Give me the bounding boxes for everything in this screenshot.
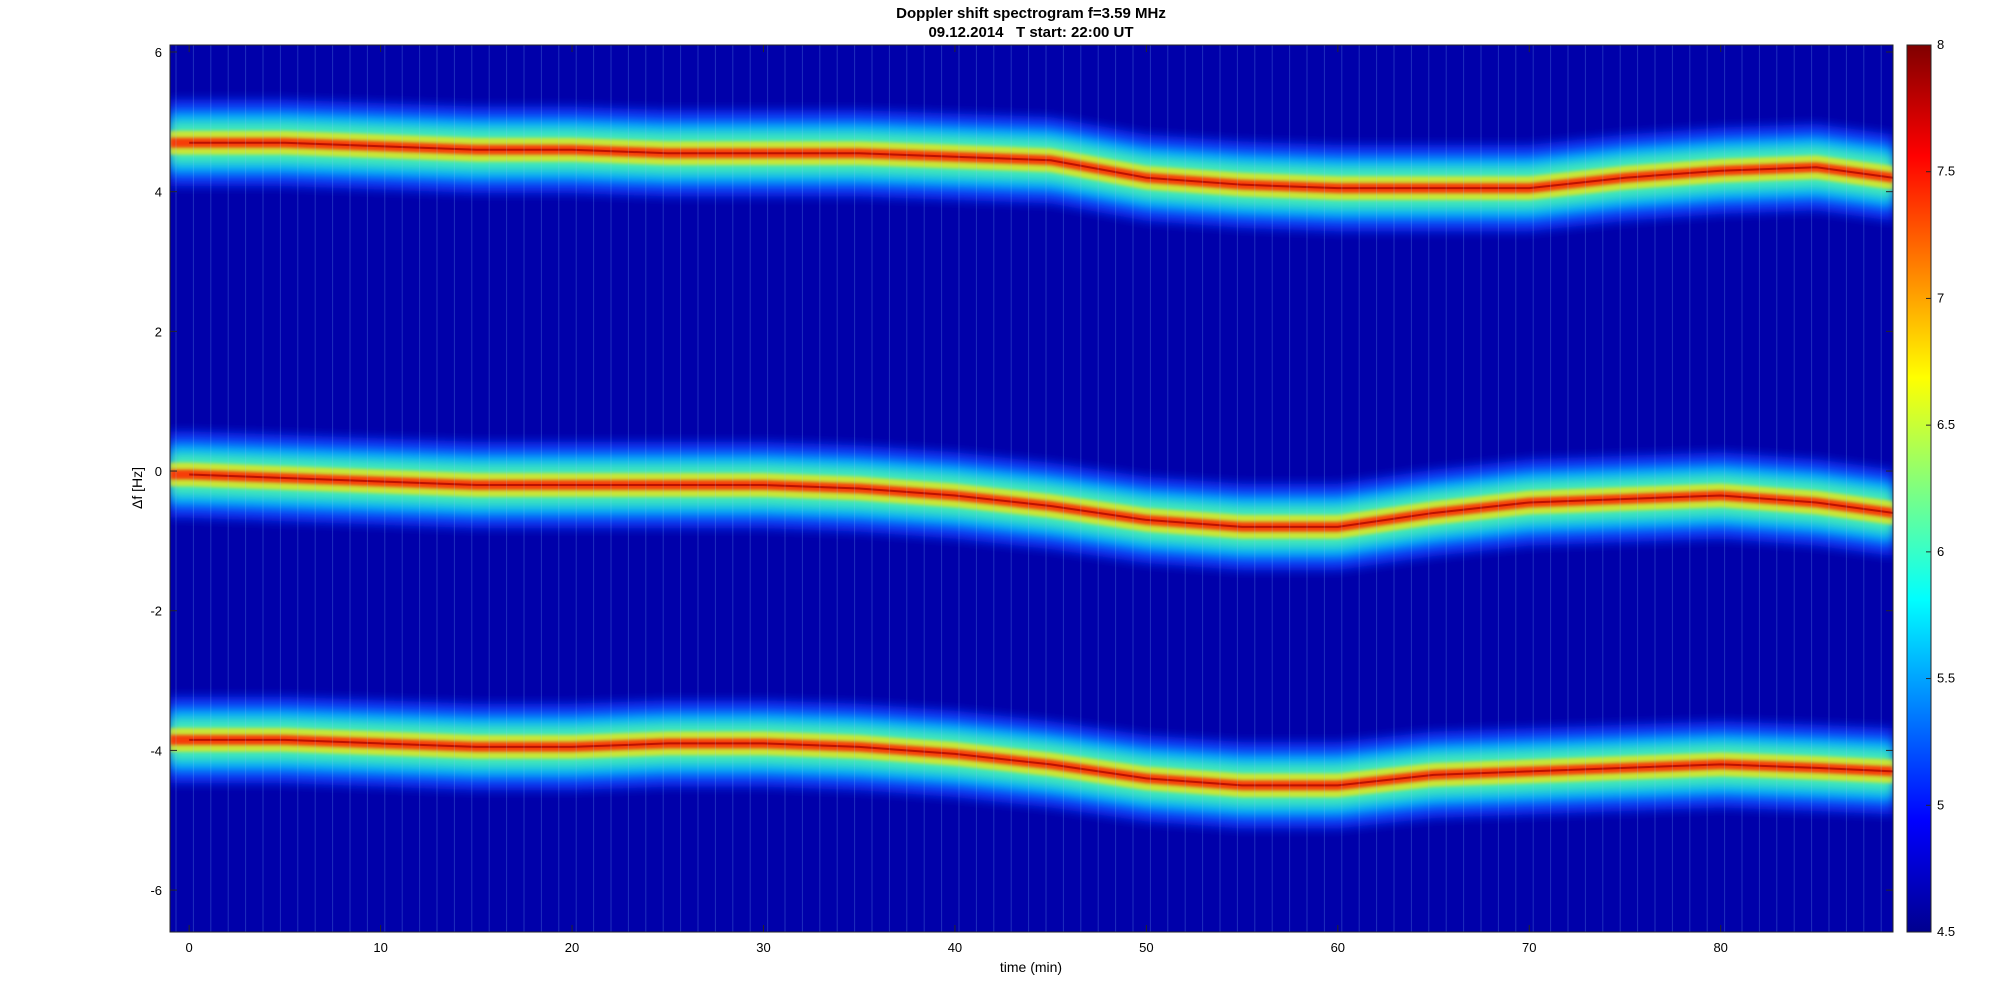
x-axis-label: time (min) [1000, 959, 1062, 975]
x-tick-label: 80 [1713, 940, 1727, 955]
y-tick-label: -4 [150, 743, 162, 758]
x-tick-label: 70 [1522, 940, 1536, 955]
x-tick-label: 50 [1139, 940, 1153, 955]
spectrogram-figure: Doppler shift spectrogram f=3.59 MHz 09.… [129, 5, 1955, 975]
x-tick-label: 20 [565, 940, 579, 955]
colorbar-tick-label: 7.5 [1937, 164, 1955, 179]
x-tick-label: 30 [756, 940, 770, 955]
y-tick-label: 4 [155, 185, 162, 200]
y-tick-label: 2 [155, 324, 162, 339]
x-tick-label: 10 [373, 940, 387, 955]
chart-title: Doppler shift spectrogram f=3.59 MHz [896, 5, 1166, 22]
y-axis-label: Δf [Hz] [129, 467, 145, 509]
colorbar-tick-label: 6.5 [1937, 417, 1955, 432]
y-tick-label: -6 [150, 883, 162, 898]
colorbar-tick-label: 7 [1937, 290, 1944, 305]
colorbar-tick-label: 4.5 [1937, 924, 1955, 939]
colorbar-tick-label: 5 [1937, 797, 1944, 812]
y-tick-label: 0 [155, 464, 162, 479]
y-tick-label: 6 [155, 45, 162, 60]
colorbar [1906, 44, 1932, 933]
y-tick-label: -2 [150, 604, 162, 619]
colorbar-tick-label: 8 [1937, 37, 1944, 52]
colorbar-tick-label: 5.5 [1937, 671, 1955, 686]
colorbar-tick-label: 6 [1937, 544, 1944, 559]
x-tick-label: 40 [948, 940, 962, 955]
x-tick-label: 60 [1331, 940, 1345, 955]
chart-subtitle: 09.12.2014 T start: 22:00 UT [928, 24, 1133, 41]
x-tick-label: 0 [186, 940, 193, 955]
